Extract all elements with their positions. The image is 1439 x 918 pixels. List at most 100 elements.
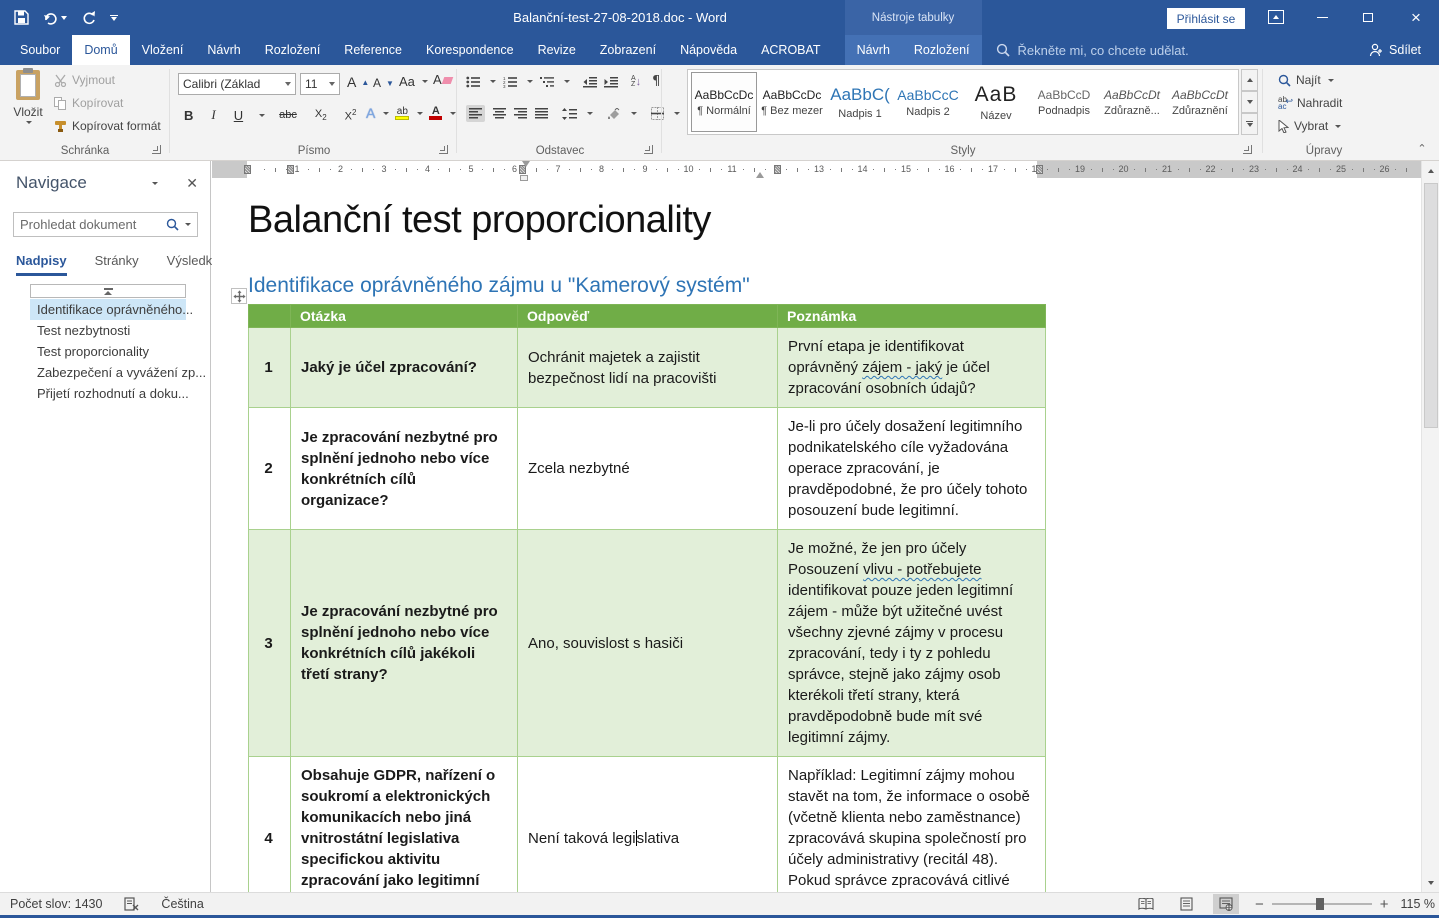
document-search-input[interactable]: Prohledat dokument	[13, 212, 198, 237]
collapse-ribbon-button[interactable]: ⌃	[1413, 144, 1431, 156]
cell-note[interactable]: Je-li pro účely dosažení legitimního pod…	[778, 408, 1046, 530]
tab-korespondence[interactable]: Korespondence	[414, 35, 526, 65]
clear-formatting-button[interactable]: A	[433, 72, 452, 87]
save-icon[interactable]	[14, 10, 29, 25]
copy-button[interactable]: Kopírovat	[54, 96, 123, 110]
nav-heading-item[interactable]: Test proporcionality	[0, 341, 211, 362]
align-right-button[interactable]	[514, 108, 527, 119]
style-chip[interactable]: AaBbCcDPodnadpis	[1031, 72, 1097, 132]
multilevel-list-button[interactable]	[540, 76, 555, 88]
share-button[interactable]: Sdílet	[1369, 35, 1439, 65]
increase-indent-button[interactable]	[604, 76, 618, 88]
left-indent-marker[interactable]	[520, 175, 528, 181]
document-title[interactable]: Balanční test proporcionality	[248, 199, 711, 242]
cell-question[interactable]: Obsahuje GDPR, nařízení o soukromí a ele…	[291, 757, 518, 893]
navigation-pane-options-caret[interactable]	[152, 182, 158, 185]
cell-note[interactable]: Například: Legitimní zájmy mohou stavět …	[778, 757, 1046, 893]
font-name-combo[interactable]: Calibri (Základ	[178, 73, 296, 95]
search-options-caret[interactable]	[185, 223, 191, 226]
cell-question[interactable]: Je zpracování nezbytné pro splnění jedno…	[291, 530, 518, 757]
nav-tab-stránky[interactable]: Stránky	[95, 253, 139, 276]
contextual-tab-návrh[interactable]: Návrh	[845, 35, 902, 65]
italic-button[interactable]: I	[207, 105, 219, 125]
styles-scroll-up-button[interactable]	[1241, 69, 1258, 91]
styles-more-button[interactable]	[1241, 113, 1258, 135]
tell-me-search[interactable]: Řekněte mi, co chcete udělat.	[996, 35, 1370, 65]
right-indent-marker[interactable]	[756, 172, 764, 178]
undo-caret[interactable]	[61, 16, 67, 20]
styles-scroll-down-button[interactable]	[1241, 91, 1258, 113]
font-dialog-launcher[interactable]	[439, 145, 448, 154]
style-chip[interactable]: AaBbCcDtZdůraznění	[1167, 72, 1233, 132]
table-column-marker[interactable]	[774, 165, 781, 174]
table-move-handle[interactable]	[231, 288, 247, 304]
word-count[interactable]: Počet slov: 1430	[10, 897, 102, 911]
replace-button[interactable]: abac↩ Nahradit	[1278, 96, 1342, 110]
select-button[interactable]: Vybrat	[1278, 119, 1341, 133]
scrollbar-thumb[interactable]	[1424, 183, 1438, 428]
cell-answer[interactable]: Není taková legislativa	[518, 757, 778, 893]
superscript-button[interactable]: X2	[341, 106, 361, 125]
tab-zobrazení[interactable]: Zobrazení	[588, 35, 668, 65]
cell-answer[interactable]: Ochránit majetek a zajistit bezpečnost l…	[518, 328, 778, 408]
zoom-in-button[interactable]: +	[1380, 896, 1389, 913]
scroll-down-button[interactable]	[1423, 874, 1439, 891]
highlight-button[interactable]: ab	[395, 107, 409, 120]
horizontal-ruler[interactable]: 1234567891011131415161718192021222324252…	[212, 161, 1421, 178]
tab-revize[interactable]: Revize	[526, 35, 588, 65]
nav-tab-výsledky[interactable]: Výsledky	[167, 253, 219, 276]
style-chip[interactable]: AaBbC(Nadpis 1	[827, 72, 893, 132]
scroll-up-button[interactable]	[1423, 162, 1439, 179]
customize-qat-button[interactable]	[110, 15, 118, 21]
strikethrough-button[interactable]: abc	[275, 107, 301, 123]
paragraph-dialog-launcher[interactable]	[644, 145, 653, 154]
vertical-scrollbar[interactable]	[1421, 161, 1439, 892]
cell-question[interactable]: Jaký je účel zpracování?	[291, 328, 518, 408]
language-indicator[interactable]: Čeština	[161, 897, 203, 911]
zoom-slider-knob[interactable]	[1316, 898, 1324, 910]
font-size-combo[interactable]: 11	[300, 73, 340, 95]
nav-heading-item[interactable]: Zabezpečení a vyvážení zp...	[0, 362, 211, 383]
cut-button[interactable]: Vyjmout	[54, 73, 115, 87]
line-spacing-button[interactable]	[562, 108, 577, 120]
tab-reference[interactable]: Reference	[332, 35, 414, 65]
nav-heading-item[interactable]: Přijetí rozhodnutí a doku...	[0, 383, 211, 404]
tab-soubor[interactable]: Soubor	[8, 35, 72, 65]
cell-note[interactable]: Je možné, že jen pro účely Posouzení vli…	[778, 530, 1046, 757]
tab-nápověda[interactable]: Nápověda	[668, 35, 749, 65]
style-chip[interactable]: AaBbCcDc¶ Bez mezer	[759, 72, 825, 132]
format-painter-button[interactable]: Kopírovat formát	[54, 119, 161, 133]
style-chip[interactable]: AaBNázev	[963, 72, 1029, 132]
decrease-indent-button[interactable]	[583, 76, 597, 88]
paste-button[interactable]: Vložit	[8, 70, 48, 142]
tab-návrh[interactable]: Návrh	[195, 35, 252, 65]
shading-button[interactable]	[607, 108, 621, 120]
find-button[interactable]: Najít	[1278, 73, 1334, 87]
maximize-button[interactable]	[1348, 0, 1388, 35]
underline-button[interactable]: U	[230, 106, 247, 125]
change-case-button[interactable]: Aa	[399, 74, 428, 89]
cell-question[interactable]: Je zpracování nezbytné pro splnění jedno…	[291, 408, 518, 530]
font-color-button[interactable]: A	[429, 106, 442, 120]
close-button[interactable]: ×	[1396, 0, 1436, 35]
document-heading[interactable]: Identifikace oprávněného zájmu u "Kamero…	[248, 274, 750, 298]
tab-acrobat[interactable]: ACROBAT	[749, 35, 833, 65]
clipboard-dialog-launcher[interactable]	[152, 145, 161, 154]
cell-answer[interactable]: Ano, souvislost s hasiči	[518, 530, 778, 757]
bold-button[interactable]: B	[180, 106, 197, 125]
text-effects-button[interactable]: A	[366, 105, 375, 121]
zoom-out-button[interactable]: −	[1255, 896, 1264, 913]
contextual-tab-rozložení[interactable]: Rozložení	[902, 35, 982, 65]
undo-button[interactable]	[43, 11, 67, 25]
sort-button[interactable]: AZ↓	[631, 76, 641, 88]
table-column-marker[interactable]	[1036, 165, 1043, 174]
numbering-button[interactable]: 123	[503, 76, 518, 88]
show-hide-paragraph-button[interactable]: ¶	[652, 74, 660, 89]
table-column-marker[interactable]	[244, 165, 251, 174]
zoom-slider[interactable]	[1272, 903, 1372, 905]
cell-number[interactable]: 4	[249, 757, 291, 893]
balance-test-table[interactable]: OtázkaOdpověďPoznámka 1Jaký je účel zpra…	[248, 304, 1046, 892]
table-column-marker[interactable]	[287, 165, 294, 174]
nav-heading-item[interactable]: Identifikace oprávněného...	[30, 299, 186, 320]
tab-vložení[interactable]: Vložení	[130, 35, 196, 65]
